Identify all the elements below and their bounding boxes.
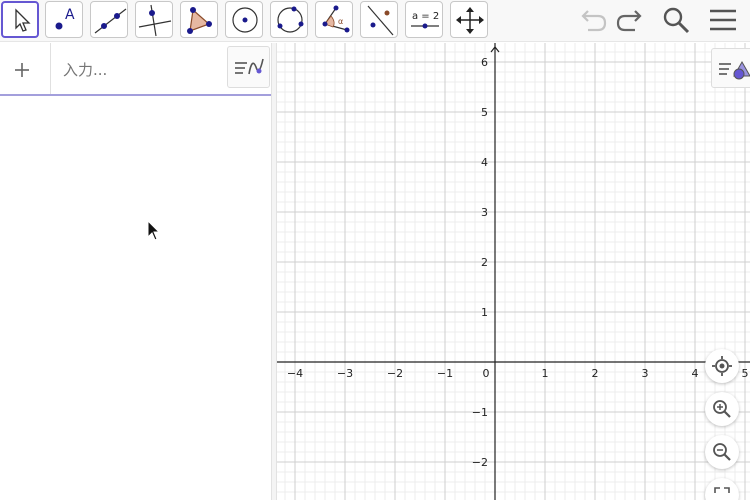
add-item-button[interactable] xyxy=(0,43,51,94)
circle-three-points-tool-button[interactable] xyxy=(270,1,308,38)
fullscreen-button[interactable] xyxy=(705,478,739,500)
graphics-style-bar-button[interactable] xyxy=(711,48,750,88)
algebra-style-icon xyxy=(235,58,264,75)
graphics-view[interactable]: −4 −3 −2 −1 0 1 2 3 4 5 6 5 4 3 2 1 −1 −2 xyxy=(277,43,750,500)
undo-button[interactable] xyxy=(576,4,608,36)
zoom-out-button[interactable] xyxy=(705,435,739,469)
line-tool-button[interactable] xyxy=(90,1,128,38)
line-icon xyxy=(94,8,127,34)
polygon-icon xyxy=(187,7,212,34)
svg-text:a = 2: a = 2 xyxy=(412,11,439,22)
reflect-tool-button[interactable] xyxy=(360,1,398,38)
x-tick-label: −1 xyxy=(437,367,453,380)
x-tick-label: −2 xyxy=(387,367,403,380)
toolbar: A α a = 2 xyxy=(0,0,750,42)
circle-center-point-tool-button[interactable] xyxy=(225,1,263,38)
fullscreen-icon xyxy=(714,487,730,493)
x-tick-label: 5 xyxy=(742,367,749,380)
coordinate-grid: −4 −3 −2 −1 0 1 2 3 4 5 6 5 4 3 2 1 −1 −2 xyxy=(277,43,750,500)
algebra-input-row xyxy=(0,43,271,96)
y-tick-label: −2 xyxy=(472,456,488,469)
point-tool-button[interactable]: A xyxy=(45,1,83,38)
geogebra-app: A α a = 2 入力... −4 −3 −2 −1 0 1 2 3 4 5 … xyxy=(0,0,750,500)
algebra-input-field[interactable] xyxy=(63,61,213,79)
home-target-icon xyxy=(712,356,732,376)
move-graphics-view-tool-button[interactable] xyxy=(450,1,488,38)
x-tick-label: −3 xyxy=(337,367,353,380)
y-tick-label: 2 xyxy=(481,256,488,269)
svg-text:α: α xyxy=(338,17,343,26)
plus-icon xyxy=(15,63,29,77)
x-tick-label: 1 xyxy=(542,367,549,380)
y-tick-label: 6 xyxy=(481,56,488,69)
cursor-arrow-icon xyxy=(15,8,31,32)
angle-icon: α xyxy=(322,5,350,33)
y-tick-label: 4 xyxy=(481,156,488,169)
circle-three-points-icon xyxy=(277,6,304,33)
perpendicular-line-tool-button[interactable] xyxy=(135,1,173,38)
slider-tool-button[interactable]: a = 2 xyxy=(405,1,443,38)
standard-view-button[interactable] xyxy=(705,349,739,383)
x-tick-label: −4 xyxy=(287,367,303,380)
menu-button[interactable] xyxy=(707,4,739,36)
svg-text:A: A xyxy=(65,7,75,23)
perpendicular-line-icon xyxy=(138,4,172,37)
y-tick-label: 5 xyxy=(481,106,488,119)
search-icon xyxy=(663,7,690,34)
mouse-pointer-icon xyxy=(147,220,161,241)
zoom-out-icon xyxy=(713,443,731,461)
redo-icon xyxy=(616,10,642,32)
search-button[interactable] xyxy=(660,4,692,36)
x-tick-label: 3 xyxy=(642,367,649,380)
x-tick-label: 2 xyxy=(592,367,599,380)
point-icon: A xyxy=(55,7,75,30)
x-tick-label: 4 xyxy=(692,367,699,380)
x-tick-label: 0 xyxy=(483,367,490,380)
zoom-in-button[interactable] xyxy=(705,392,739,426)
algebra-view xyxy=(0,43,271,500)
undo-icon xyxy=(581,10,607,32)
move-tool-button[interactable] xyxy=(1,1,39,38)
slider-icon: a = 2 xyxy=(411,11,439,29)
y-tick-label: −1 xyxy=(472,406,488,419)
algebra-style-bar-button[interactable] xyxy=(227,46,270,88)
reflect-icon xyxy=(367,5,394,36)
redo-button[interactable] xyxy=(613,4,645,36)
circle-center-icon xyxy=(232,7,258,33)
hamburger-menu-icon xyxy=(710,9,736,31)
y-tick-label: 1 xyxy=(481,306,488,319)
graphics-style-icon xyxy=(719,60,750,80)
angle-tool-button[interactable]: α xyxy=(315,1,353,38)
y-tick-label: 3 xyxy=(481,206,488,219)
zoom-in-icon xyxy=(713,400,731,418)
move-arrows-icon xyxy=(456,7,484,34)
polygon-tool-button[interactable] xyxy=(180,1,218,38)
